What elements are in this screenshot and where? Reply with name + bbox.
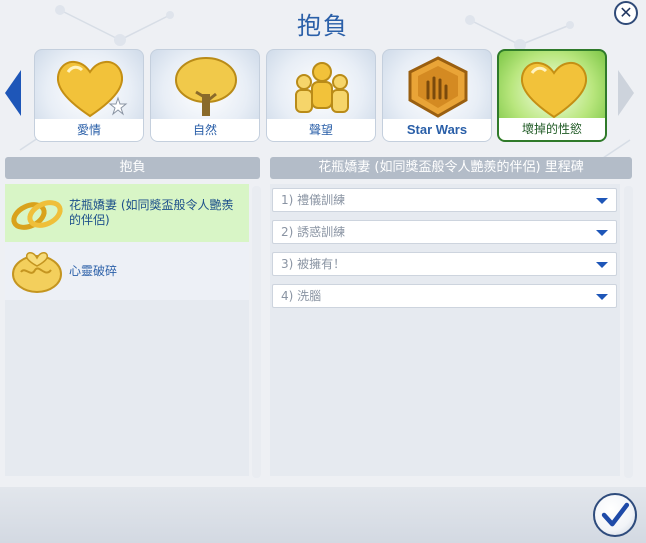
category-card-nature[interactable]: 自然 [150, 49, 260, 142]
checkmark-icon [601, 502, 630, 527]
milestone-label: 1) 禮儀訓練 [281, 193, 346, 207]
crowd-icon [295, 62, 349, 113]
category-label: Star Wars [383, 119, 491, 141]
aspirations-header: 抱負 [5, 157, 260, 179]
category-card-star-wars[interactable]: Star Wars [382, 49, 492, 142]
milestone-list-scrollbar[interactable] [624, 186, 633, 478]
rings-icon [11, 200, 63, 230]
milestone-label: 4) 洗腦 [281, 289, 322, 303]
category-label: 自然 [151, 119, 259, 141]
milestones-header: 花瓶嬌妻 (如同獎盃般令人艷羨的伴侶) 里程碑 [270, 157, 632, 179]
milestone-label: 2) 誘惑訓練 [281, 225, 346, 239]
chevron-down-icon [596, 198, 608, 204]
milestone-dropdown-3[interactable]: 3) 被擁有！ [272, 252, 617, 276]
brain-heart-icon [12, 252, 62, 293]
aspiration-list: 花瓶嬌妻 (如同獎盃般令人艷羨的伴侶) 心靈破碎 [5, 184, 249, 476]
aspiration-item-heartbreaker[interactable]: 心靈破碎 [5, 242, 249, 300]
milestone-label: 3) 被擁有！ [281, 257, 346, 271]
category-label: 壞掉的性慾 [499, 118, 605, 140]
milestone-dropdown-2[interactable]: 2) 誘惑訓練 [272, 220, 617, 244]
heart-icon [520, 62, 588, 119]
milestone-dropdown-4[interactable]: 4) 洗腦 [272, 284, 617, 308]
chevron-down-icon [596, 230, 608, 236]
category-card-popularity[interactable]: 聲望 [266, 49, 376, 142]
star-wars-hand-icon [408, 56, 468, 118]
milestone-dropdown-1[interactable]: 1) 禮儀訓練 [272, 188, 617, 212]
confirm-button[interactable] [593, 493, 637, 537]
dialog-footer [0, 487, 646, 543]
next-category-arrow[interactable] [616, 68, 636, 118]
close-button[interactable]: ✕ [614, 1, 638, 25]
tree-icon [175, 57, 237, 116]
aspiration-item-trophy-wife[interactable]: 花瓶嬌妻 (如同獎盃般令人艷羨的伴侶) [5, 184, 249, 242]
dialog-title: 抱負 [297, 12, 349, 40]
category-card-love[interactable]: 愛情 [34, 49, 144, 142]
aspiration-label: 花瓶嬌妻 (如同獎盃般令人艷羨的伴侶) [69, 198, 234, 227]
chevron-down-icon [596, 262, 608, 268]
heart-icon [56, 61, 128, 118]
aspiration-list-scrollbar[interactable] [252, 186, 261, 478]
previous-category-arrow[interactable] [3, 68, 23, 118]
close-icon: ✕ [619, 3, 633, 22]
chevron-down-icon [596, 294, 608, 300]
category-row: 愛情 自然 聲望 Star Wars 壞掉的性慾 [34, 49, 614, 144]
category-card-broken-libido[interactable]: 壞掉的性慾 [497, 49, 607, 142]
milestone-list: 1) 禮儀訓練 2) 誘惑訓練 3) 被擁有！ 4) 洗腦 [270, 184, 620, 476]
aspiration-label: 心靈破碎 [69, 263, 118, 278]
category-label: 愛情 [35, 119, 143, 141]
category-label: 聲望 [267, 119, 375, 141]
